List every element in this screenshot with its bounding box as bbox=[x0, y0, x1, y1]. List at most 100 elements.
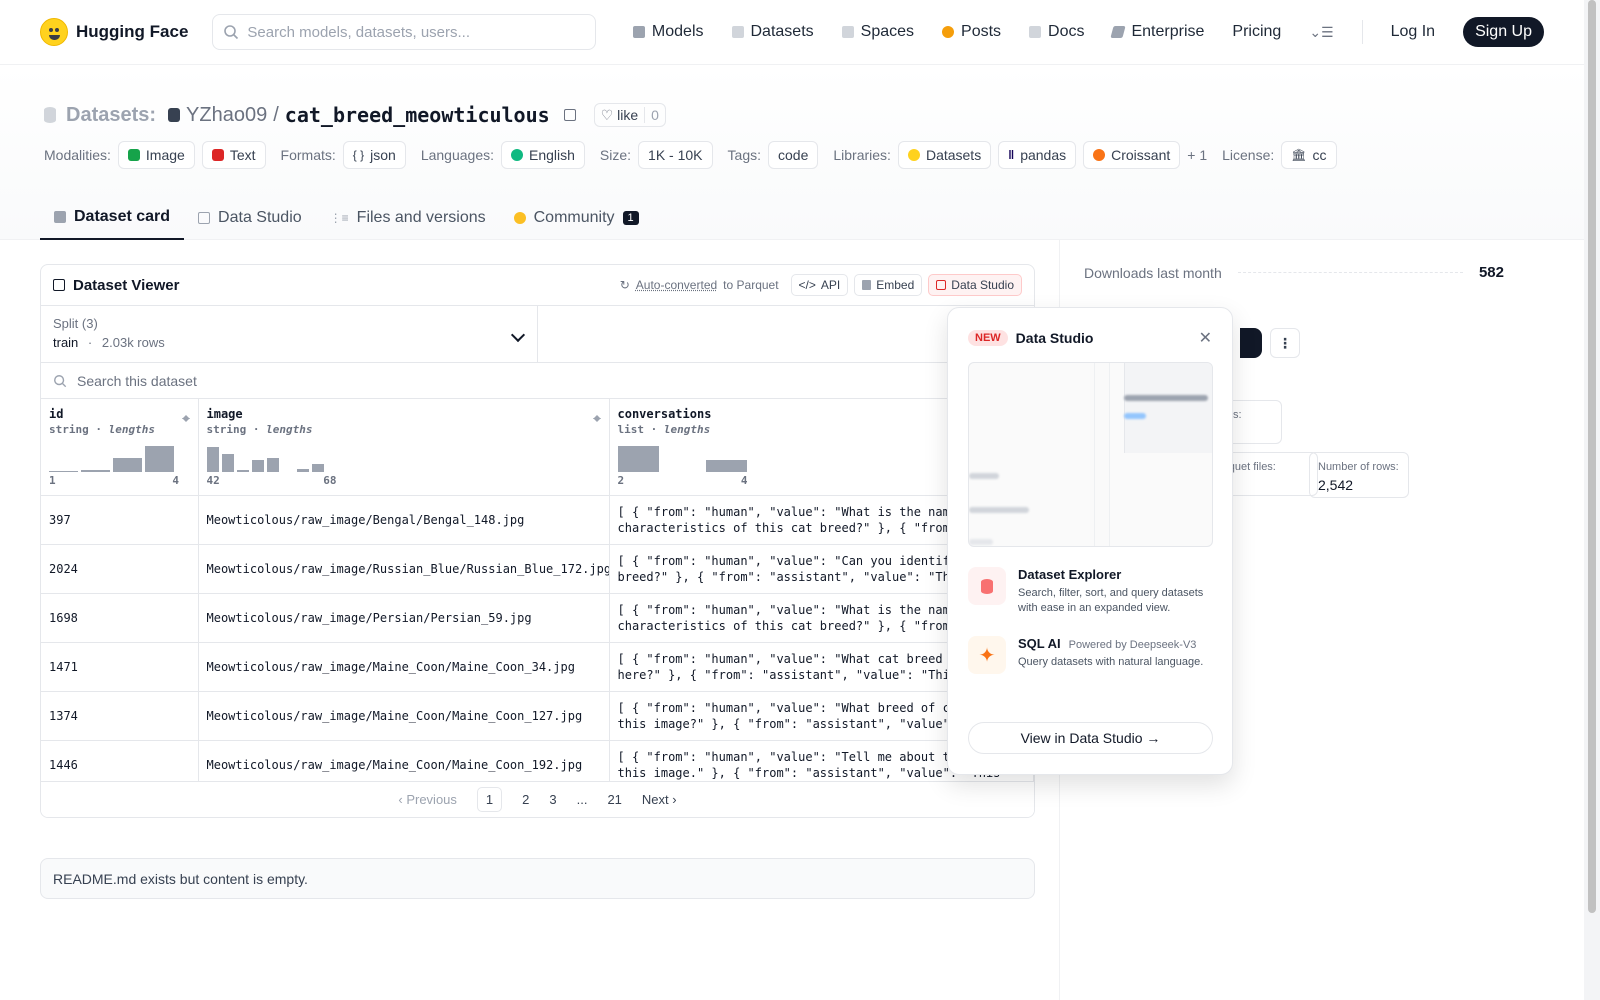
api-button[interactable]: </> API bbox=[790, 274, 849, 296]
nav-posts[interactable]: Posts bbox=[942, 23, 1001, 41]
nav-pricing-label: Pricing bbox=[1232, 23, 1282, 40]
repo-type-label[interactable]: Datasets: bbox=[66, 104, 156, 127]
column-type-sub: lengths bbox=[108, 423, 155, 436]
dataset-database-icon bbox=[44, 107, 56, 123]
dataset-search[interactable] bbox=[41, 363, 1034, 399]
view-in-data-studio-button[interactable]: View in Data Studio → bbox=[968, 722, 1213, 754]
use-dataset-button[interactable] bbox=[1240, 328, 1262, 358]
nav-docs[interactable]: Docs bbox=[1029, 23, 1084, 41]
cell-image: Meowticolous/raw_image/Maine_Coon/Maine_… bbox=[198, 642, 610, 692]
tab-files-and-versions[interactable]: ⋮≡ Files and versions bbox=[316, 195, 500, 240]
tag-size[interactable]: 1K - 10K bbox=[638, 141, 713, 169]
global-search-input[interactable] bbox=[247, 23, 578, 41]
pandas-icon: ǁ bbox=[1008, 148, 1015, 162]
repo-owner[interactable]: YZhao09 bbox=[186, 104, 267, 127]
page-21-button[interactable]: 21 bbox=[607, 792, 621, 807]
nav-models[interactable]: Models bbox=[632, 23, 704, 41]
next-page-button[interactable]: Next › bbox=[642, 792, 677, 807]
table-row[interactable]: 397 Meowticolous/raw_image/Bengal/Bengal_… bbox=[41, 495, 1034, 545]
data-studio-preview-image bbox=[968, 362, 1213, 547]
tag-json[interactable]: { } json bbox=[342, 141, 406, 169]
tag-pandas-label: pandas bbox=[1020, 147, 1067, 163]
tag-code[interactable]: code bbox=[768, 141, 819, 169]
nav-pricing[interactable]: Pricing bbox=[1232, 23, 1281, 41]
brand-logo[interactable]: Hugging Face bbox=[40, 18, 188, 46]
tag-datasets-lib-label: Datasets bbox=[925, 147, 982, 163]
page-3-button[interactable]: 3 bbox=[549, 792, 556, 807]
cell-id: 2024 bbox=[41, 544, 199, 594]
tab-community-label: Community bbox=[533, 208, 615, 226]
range-max: 4 bbox=[172, 474, 179, 487]
embed-button[interactable]: Embed bbox=[854, 274, 923, 296]
column-type-name: list bbox=[617, 423, 645, 436]
histogram-range: 42 68 bbox=[207, 474, 337, 487]
tab-community[interactable]: Community 1 bbox=[500, 195, 653, 240]
page-1-button[interactable]: 1 bbox=[476, 787, 503, 812]
page-ellipsis: ... bbox=[576, 792, 588, 807]
sort-icon[interactable] bbox=[592, 411, 601, 423]
copy-icon[interactable] bbox=[563, 109, 576, 121]
column-type-sub: lengths bbox=[663, 423, 711, 436]
hugging-face-icon bbox=[907, 149, 920, 161]
tag-croissant[interactable]: Croissant bbox=[1083, 141, 1181, 169]
histogram-bar bbox=[81, 469, 110, 472]
page-scrollbar-thumb[interactable] bbox=[1588, 0, 1596, 913]
tag-image[interactable]: Image bbox=[117, 141, 195, 169]
table-row[interactable]: 2024 Meowticolous/raw_image/Russian_Blue/… bbox=[41, 544, 1034, 594]
search-icon bbox=[224, 25, 239, 40]
cell-image: Meowticolous/raw_image/Russian_Blue/Russ… bbox=[198, 544, 610, 594]
tag-pandas[interactable]: ǁ pandas bbox=[998, 141, 1077, 169]
tag-datasets-lib[interactable]: Datasets bbox=[897, 141, 992, 169]
split-rows: 2.03k rows bbox=[101, 335, 165, 350]
close-icon[interactable]: ✕ bbox=[1199, 328, 1212, 348]
viewer-header: Dataset Viewer ↻ Auto-converted to Parqu… bbox=[41, 265, 1034, 306]
repo-name[interactable]: cat_breed_meowticulous bbox=[285, 103, 550, 127]
dataset-search-input[interactable] bbox=[77, 372, 677, 389]
column-histogram bbox=[206, 444, 601, 472]
previous-page-button[interactable]: ‹ Previous bbox=[398, 792, 457, 807]
table-body: 397 Meowticolous/raw_image/Bengal/Bengal_… bbox=[41, 495, 1034, 790]
nav-spaces[interactable]: Spaces bbox=[841, 23, 914, 41]
tab-data-studio[interactable]: Data Studio bbox=[184, 195, 316, 240]
column-type: string · lengths bbox=[49, 423, 155, 436]
signup-button[interactable]: Sign Up bbox=[1463, 17, 1544, 47]
table-row[interactable]: 1698 Meowticolous/raw_image/Persian/Persi… bbox=[41, 593, 1034, 643]
table-icon bbox=[53, 279, 65, 291]
page-2-button[interactable]: 2 bbox=[522, 792, 529, 807]
table-row[interactable]: 1471 Meowticolous/raw_image/Maine_Coon/Ma… bbox=[41, 642, 1034, 692]
brand-name: Hugging Face bbox=[76, 22, 189, 41]
sort-icon[interactable] bbox=[181, 411, 190, 423]
like-button[interactable]: ♡ like 0 bbox=[593, 103, 666, 127]
column-header-image[interactable]: image string · lengths 42 68 bbox=[198, 399, 610, 496]
languages-label: Languages: bbox=[420, 147, 494, 163]
menu-lines-icon: ⌄☰ bbox=[1309, 23, 1334, 40]
global-search[interactable] bbox=[212, 14, 597, 50]
split-selector[interactable]: Split (3) train · 2.03k rows bbox=[41, 306, 538, 362]
tab-dataset-card[interactable]: Dataset card bbox=[40, 195, 185, 240]
tag-license-label: cc bbox=[1312, 147, 1327, 163]
table-row[interactable]: 1374 Meowticolous/raw_image/Maine_Coon/Ma… bbox=[41, 691, 1034, 741]
histogram-bar bbox=[311, 464, 324, 472]
more-options-button[interactable]: ⋮ bbox=[1270, 328, 1300, 358]
cell-image: Meowticolous/raw_image/Bengal/Bengal_148… bbox=[198, 495, 610, 545]
tag-text[interactable]: Text bbox=[201, 141, 266, 169]
downloads-divider bbox=[1237, 272, 1463, 273]
pagination: ‹ Previous 1 2 3 ... 21 Next › bbox=[41, 781, 1034, 817]
range-min: 2 bbox=[617, 474, 625, 487]
table-icon bbox=[198, 211, 211, 224]
data-studio-button[interactable]: Data Studio bbox=[928, 274, 1022, 296]
api-label: API bbox=[820, 278, 841, 292]
tag-license[interactable]: 🏛 cc bbox=[1281, 141, 1337, 169]
column-header-id[interactable]: id string · lengths 1 4 bbox=[41, 399, 199, 496]
nav-enterprise[interactable]: Enterprise bbox=[1110, 23, 1204, 41]
histogram-bar bbox=[49, 470, 78, 472]
libraries-more[interactable]: + 1 bbox=[1187, 147, 1207, 163]
histogram-bar bbox=[221, 453, 234, 472]
nav-more-menu[interactable]: ⌄☰ bbox=[1309, 24, 1333, 41]
globe-icon bbox=[511, 149, 523, 161]
tag-english[interactable]: English bbox=[501, 141, 585, 169]
nav-datasets[interactable]: Datasets bbox=[731, 23, 814, 41]
login-link[interactable]: Log In bbox=[1391, 23, 1435, 41]
auto-converted-link[interactable]: Auto-converted bbox=[636, 278, 717, 292]
histogram-range: 24 bbox=[618, 474, 748, 487]
